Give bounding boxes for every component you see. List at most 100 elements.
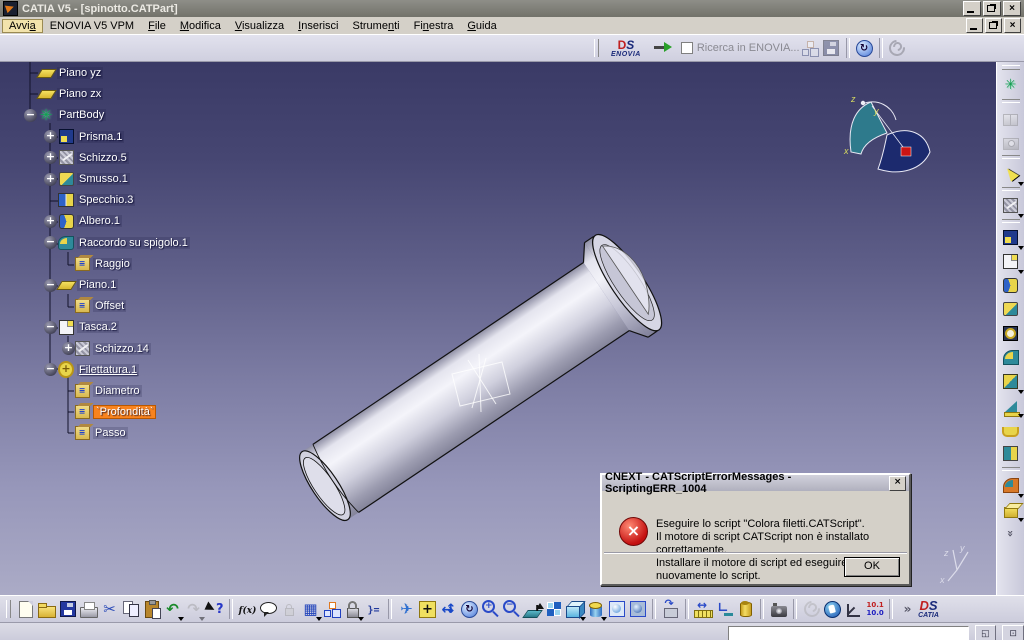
tree-item[interactable]: Piano yz <box>57 64 103 82</box>
doc-restore-button[interactable] <box>985 18 1002 33</box>
tree-item[interactable]: Prisma.1 <box>77 128 124 146</box>
tree-item[interactable]: Raggio <box>93 255 132 273</box>
tree-expander-expand[interactable]: + <box>44 130 57 143</box>
menu-enovia-v5-vpm[interactable]: ENOVIA V5 VPM <box>43 19 141 33</box>
more-tools-chevron[interactable] <box>999 521 1023 545</box>
tree-item[interactable]: Piano zx <box>57 85 103 103</box>
tree-item[interactable]: Schizzo.14 <box>93 340 151 358</box>
menu-file[interactable]: File <box>141 19 173 33</box>
chamfer-variant-icon[interactable] <box>999 497 1023 521</box>
sketcher-icon[interactable] <box>999 193 1023 217</box>
globe-navigation-button[interactable] <box>822 599 843 620</box>
expand-panel-button[interactable]: ◱ <box>975 625 997 640</box>
tree-item-label[interactable]: Filettatura.1 <box>77 364 139 376</box>
catia-logo[interactable]: DSCATIA <box>918 599 939 620</box>
save-button[interactable] <box>57 599 78 620</box>
tree-item[interactable]: `Profondità` <box>93 403 156 421</box>
relations-button[interactable] <box>321 599 342 620</box>
menu-finestra[interactable]: Finestra <box>407 19 461 33</box>
tree-expander-expand[interactable]: + <box>44 215 57 228</box>
paste-button[interactable] <box>141 599 162 620</box>
tree-item-label[interactable]: Albero.1 <box>77 215 122 227</box>
tree-item[interactable]: Offset <box>93 297 126 315</box>
whats-this-button[interactable] <box>204 599 225 620</box>
tree-item-label[interactable]: `Profondità` <box>93 405 156 419</box>
open-button[interactable] <box>36 599 57 620</box>
menu-inserisci[interactable]: Inserisci <box>291 19 345 33</box>
enovia-sync-icon[interactable] <box>854 38 875 59</box>
hole-icon[interactable] <box>999 321 1023 345</box>
tree-item-label[interactable]: Piano.1 <box>77 279 118 291</box>
multi-view-button[interactable] <box>543 599 564 620</box>
render-style-button[interactable] <box>585 599 606 620</box>
hide-show-button[interactable] <box>660 599 681 620</box>
lock-button[interactable] <box>342 599 363 620</box>
error-dialog[interactable]: CNEXT - CATScriptErrorMessages - Scripti… <box>600 473 911 586</box>
right-toolbar-grip[interactable] <box>1002 65 1020 70</box>
menu-avvia[interactable]: Avvia <box>2 19 43 33</box>
tree-item-label[interactable]: PartBody <box>57 109 106 121</box>
measure-item-button[interactable] <box>714 599 735 620</box>
enovia-search-checkbox[interactable] <box>681 42 693 54</box>
rule-editor-button[interactable] <box>363 599 384 620</box>
tree-item-label[interactable]: Piano zx <box>57 88 103 100</box>
tree-item-label[interactable]: Passo <box>93 427 128 439</box>
enovia-clean-icon[interactable] <box>887 38 908 59</box>
compass[interactable]: z y x <box>843 94 930 172</box>
iso-view-button[interactable] <box>564 599 585 620</box>
tree-expander-expand[interactable]: + <box>44 173 57 186</box>
shell-icon[interactable] <box>999 417 1023 441</box>
chamfer-icon[interactable] <box>999 369 1023 393</box>
normal-view-button[interactable] <box>522 599 543 620</box>
toolbar-overflow-chevron[interactable]: » <box>897 599 918 620</box>
tree-item-label[interactable]: Raccordo su spigolo.1 <box>77 237 190 249</box>
comment-button[interactable] <box>258 599 279 620</box>
tree-item[interactable]: Passo <box>93 424 128 442</box>
tree-item[interactable]: Schizzo.5 <box>77 149 129 167</box>
capture-camera-button[interactable] <box>768 599 789 620</box>
draft-icon[interactable] <box>999 393 1023 417</box>
pad-icon[interactable] <box>999 225 1023 249</box>
tree-item-label[interactable]: Specchio.3 <box>77 194 135 206</box>
doc-close-button[interactable]: × <box>1004 18 1021 33</box>
pan-button[interactable] <box>438 599 459 620</box>
minimize-button[interactable] <box>963 1 981 16</box>
fit-all-in-button[interactable] <box>417 599 438 620</box>
print-button[interactable] <box>78 599 99 620</box>
view-mode-shading-button[interactable] <box>606 599 627 620</box>
mass-properties-button[interactable] <box>735 599 756 620</box>
tree-item-label[interactable]: Raggio <box>93 258 132 270</box>
design-table-button[interactable]: ▦ <box>300 599 321 620</box>
tree-item[interactable]: Filettatura.1 <box>77 361 139 379</box>
restore-button[interactable] <box>983 1 1001 16</box>
undo-button[interactable]: ↶ <box>162 599 183 620</box>
view-mode-edges-button[interactable] <box>627 599 648 620</box>
menu-strumenti[interactable]: Strumenti <box>346 19 407 33</box>
tree-item[interactable]: Piano.1 <box>77 276 118 294</box>
menu-visualizza[interactable]: Visualizza <box>228 19 291 33</box>
menu-guida[interactable]: Guida <box>460 19 503 33</box>
tree-item-label[interactable]: Piano yz <box>57 67 103 79</box>
tree-item[interactable]: Smusso.1 <box>77 170 130 188</box>
pocket-icon[interactable] <box>999 249 1023 273</box>
tree-item-label[interactable]: Tasca.2 <box>77 321 119 333</box>
copy-button[interactable] <box>120 599 141 620</box>
new-document-button[interactable] <box>15 599 36 620</box>
select-cursor-icon[interactable] <box>999 161 1023 185</box>
tree-item-label[interactable]: Diametro <box>93 385 142 397</box>
doc-minimize-button[interactable] <box>966 18 983 33</box>
groove-icon[interactable] <box>999 297 1023 321</box>
tree-item[interactable]: Tasca.2 <box>77 318 119 336</box>
ok-button[interactable]: OK <box>844 557 900 577</box>
tree-item[interactable]: Raccordo su spigolo.1 <box>77 234 190 252</box>
viewport-3d[interactable]: z y x z y x Piano yzPiano zx−✳PartBody+P… <box>0 62 1024 595</box>
measure-between-button[interactable] <box>693 599 714 620</box>
tree-item[interactable]: Albero.1 <box>77 212 122 230</box>
error-dialog-close-icon[interactable]: × <box>889 476 906 491</box>
title-bar[interactable]: CATIA V5 - [spinotto.CATPart] × <box>0 0 1024 17</box>
zoom-in-button[interactable] <box>480 599 501 620</box>
toolbar-grip[interactable] <box>594 39 599 57</box>
rotate-button[interactable] <box>459 599 480 620</box>
fillet-icon[interactable] <box>999 345 1023 369</box>
error-dialog-title-bar[interactable]: CNEXT - CATScriptErrorMessages - Scripti… <box>602 475 909 491</box>
